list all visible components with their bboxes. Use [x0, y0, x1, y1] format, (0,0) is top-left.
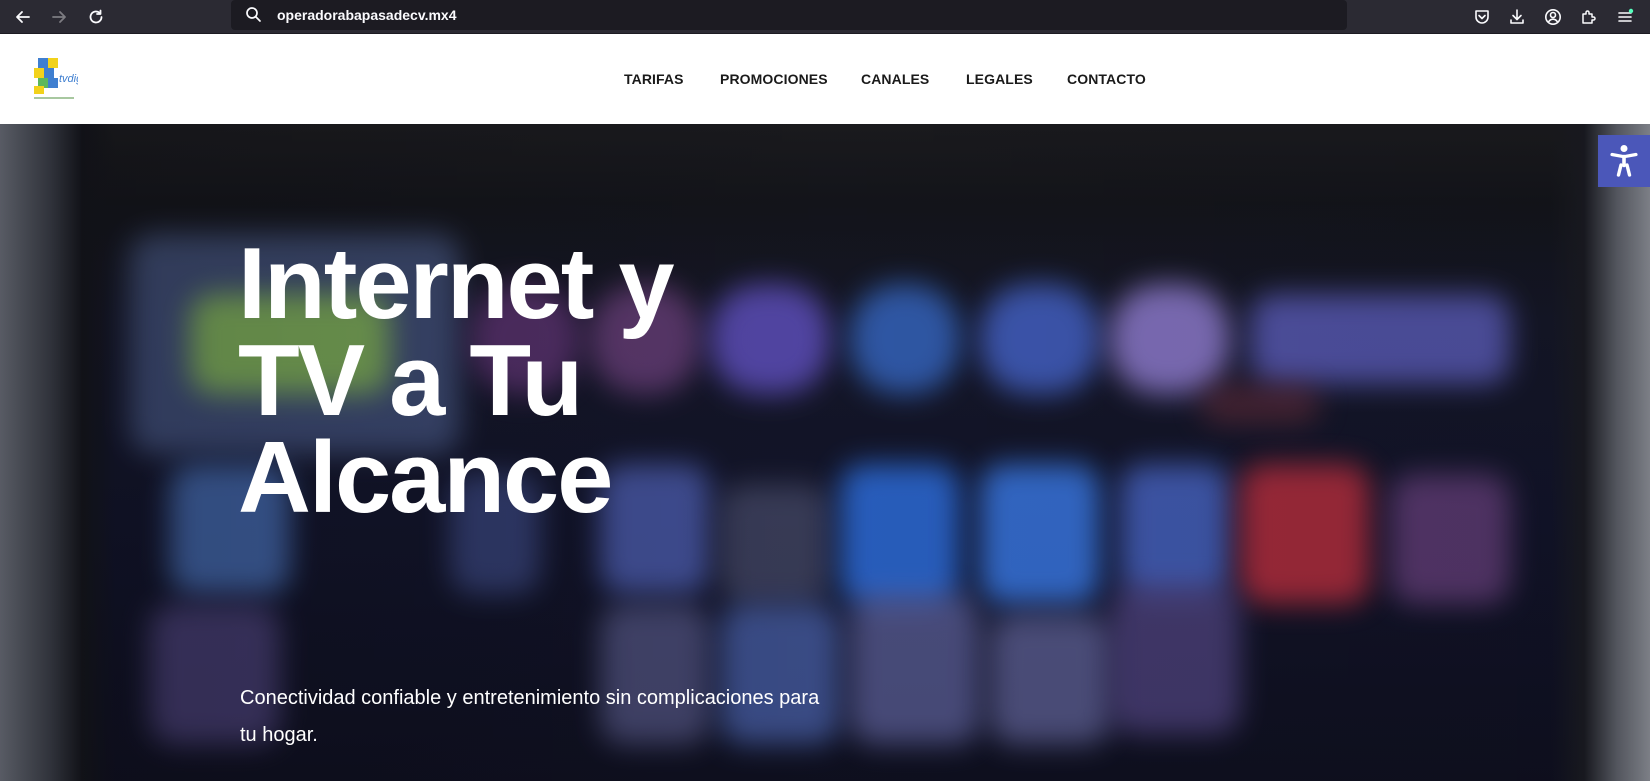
hero-subtitle: Conectividad confiable y entretenimiento… — [240, 687, 820, 746]
hero-title: Internet y TV a Tu Alcance — [238, 228, 758, 534]
account-button[interactable] — [1541, 5, 1565, 29]
nav-legales[interactable]: LEGALES — [966, 71, 1033, 87]
accessibility-button[interactable] — [1598, 135, 1650, 187]
account-icon — [1545, 9, 1561, 25]
downloads-button[interactable] — [1505, 5, 1529, 29]
back-arrow-icon — [16, 11, 30, 23]
hero-title-line-1: Internet y — [238, 228, 675, 340]
app-menu-button[interactable] — [1613, 5, 1637, 29]
search-icon — [245, 6, 262, 28]
forward-button[interactable] — [46, 4, 72, 30]
main-navigation: TARIFAS PROMOCIONES CANALES LEGALES CONT… — [0, 34, 1650, 124]
extensions-icon — [1582, 10, 1596, 24]
nav-canales[interactable]: CANALES — [861, 71, 929, 87]
accessibility-icon — [1610, 145, 1638, 177]
address-bar[interactable]: operadorabapasadecv.mx4 — [231, 0, 1347, 30]
pocket-button[interactable] — [1470, 5, 1494, 29]
nav-promociones[interactable]: PROMOCIONES — [720, 71, 828, 87]
nav-contacto[interactable]: CONTACTO — [1067, 71, 1146, 87]
hero-title-line-3: Alcance — [238, 422, 613, 534]
forward-arrow-icon — [52, 11, 66, 23]
site-header: tvdig TARIFAS PROMOCIONES CANALES LEGALE… — [0, 34, 1650, 124]
hero-title-line-2: TV a Tu — [238, 325, 583, 437]
pocket-icon — [1475, 10, 1489, 24]
reload-icon — [89, 9, 103, 24]
extensions-button[interactable] — [1577, 5, 1601, 29]
back-button[interactable] — [10, 4, 36, 30]
nav-tarifas[interactable]: TARIFAS — [624, 71, 684, 87]
reload-button[interactable] — [83, 4, 109, 30]
menu-icon — [1618, 8, 1634, 22]
browser-toolbar: operadorabapasadecv.mx4 — [0, 0, 1650, 34]
url-text[interactable]: operadorabapasadecv.mx4 — [277, 7, 457, 23]
download-icon — [1510, 9, 1524, 24]
